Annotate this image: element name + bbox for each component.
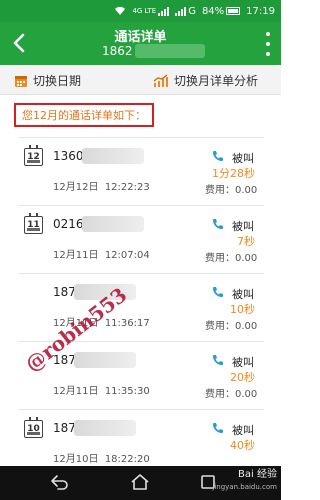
more-options-button[interactable] xyxy=(263,32,273,56)
call-time: 12:07:04 xyxy=(104,250,150,261)
signal-icon xyxy=(158,6,170,16)
caller-number: 187 xyxy=(53,421,76,435)
wifi-icon xyxy=(114,6,126,16)
battery-level: 84% xyxy=(201,5,225,17)
fee-label: 费用： xyxy=(205,321,235,332)
call-time: 11:35:30 xyxy=(104,386,150,397)
call-fee: 费用：0.00 xyxy=(205,385,257,400)
system-nav-bar: Bai 经验 jingyan.baidu.com xyxy=(0,466,281,500)
calendar-day-icon: 11 xyxy=(24,213,43,234)
call-duration: 7秒 xyxy=(237,235,255,248)
call-type: 被叫 xyxy=(232,356,254,369)
fee-value: 0.00 xyxy=(235,253,258,264)
call-time: 18:22:20 xyxy=(104,454,150,465)
caller-number: 1360 xyxy=(53,149,84,163)
network-indicator-2: G xyxy=(175,6,196,17)
fee-value: 0.00 xyxy=(235,321,258,332)
network-label: 4G LTE xyxy=(132,7,157,15)
trend-chart-icon xyxy=(153,73,168,87)
call-record[interactable]: 10 187 12月10日 18:22:20 被叫 40秒 xyxy=(0,410,281,466)
call-fee: 费用：0.00 xyxy=(205,181,257,196)
redacted-area xyxy=(135,44,205,58)
phone-icon xyxy=(213,287,223,297)
fee-label: 费用： xyxy=(205,389,235,400)
battery-icon xyxy=(226,7,241,15)
calendar-day-icon: 12 xyxy=(24,145,43,166)
call-date: 12月10日 xyxy=(53,454,99,465)
dot-icon xyxy=(266,32,270,36)
phone-icon xyxy=(213,355,223,365)
signal-icon-2 xyxy=(175,6,187,16)
page-title: 通话详单 xyxy=(114,30,167,45)
call-datetime: 12月11日 12:07:04 xyxy=(53,246,150,261)
call-time: 12:22:23 xyxy=(104,182,150,193)
app-bar: 通话详单 1862 xyxy=(0,22,281,65)
call-record[interactable]: 187 12月11日 11:36:17 被叫 10秒 费用：0.00 xyxy=(0,274,281,342)
call-date: 12月11日 xyxy=(53,250,99,261)
caller-number: 0216 xyxy=(53,217,84,231)
caller-number: 187 xyxy=(53,285,76,299)
calendar-icon xyxy=(15,75,27,87)
switch-date-button[interactable]: 切换日期 xyxy=(14,72,81,89)
call-type: 被叫 xyxy=(232,220,254,233)
call-duration: 20秒 xyxy=(230,371,255,384)
nav-back-button[interactable] xyxy=(50,474,68,494)
notice-text: 您12月的通话详单如下： xyxy=(22,109,146,122)
call-time: 11:36:17 xyxy=(104,318,150,329)
status-bar: 4G LTE G 84% 17:19 xyxy=(0,0,281,22)
call-datetime: 12月10日 18:22:20 xyxy=(53,450,150,465)
action-toolbar: 切换日期 切换月详单分析 xyxy=(0,65,281,95)
calendar-day-icon: 10 xyxy=(24,417,43,438)
phone-icon xyxy=(213,151,223,161)
call-fee: 费用：0.00 xyxy=(205,317,257,332)
call-date: 12月11日 xyxy=(53,386,99,397)
battery-indicator: 84% xyxy=(201,5,241,17)
call-duration: 10秒 xyxy=(230,303,255,316)
brand-name: Bai 经验 xyxy=(238,469,277,480)
nav-home-button[interactable] xyxy=(130,474,150,494)
redacted-number xyxy=(74,420,136,436)
call-record[interactable]: 12 1360 12月12日 12:22:23 被叫 1分28秒 费用：0.00 xyxy=(0,138,281,206)
baidu-jingyan-logo: Bai 经验 jingyan.baidu.com xyxy=(212,468,277,494)
fee-value: 0.00 xyxy=(235,185,258,196)
network-indicator: 4G LTE xyxy=(132,6,170,16)
call-type: 被叫 xyxy=(232,424,254,437)
phone-icon xyxy=(213,423,223,433)
call-record[interactable]: 11 0216 12月11日 12:07:04 被叫 7秒 费用：0.00 xyxy=(0,206,281,274)
notice-banner: 您12月的通话详单如下： xyxy=(14,103,154,127)
switch-date-label: 切换日期 xyxy=(33,74,82,88)
dot-icon xyxy=(266,42,270,46)
call-date: 12月12日 xyxy=(53,182,99,193)
home-icon xyxy=(131,474,149,490)
fee-label: 费用： xyxy=(205,253,235,264)
call-fee: 费用：0.00 xyxy=(205,249,257,264)
call-duration: 1分28秒 xyxy=(212,167,255,180)
call-datetime: 12月11日 11:35:30 xyxy=(53,382,150,397)
phone-icon xyxy=(213,219,223,229)
phone-number-subtitle: 1862 xyxy=(102,44,133,58)
redacted-number xyxy=(82,148,144,164)
call-duration: 40秒 xyxy=(230,439,255,452)
call-type: 被叫 xyxy=(232,288,254,301)
redacted-number xyxy=(82,216,144,232)
dot-icon xyxy=(266,52,270,56)
fee-label: 费用： xyxy=(205,185,235,196)
back-arrow-icon xyxy=(51,475,68,490)
call-datetime: 12月12日 12:22:23 xyxy=(53,178,150,193)
brand-url: jingyan.baidu.com xyxy=(212,483,277,491)
clock: 17:19 xyxy=(246,5,275,17)
call-type: 被叫 xyxy=(232,152,254,165)
switch-month-analysis-button[interactable]: 切换月详单分析 xyxy=(153,72,258,89)
switch-month-analysis-label: 切换月详单分析 xyxy=(174,74,259,88)
redacted-number xyxy=(74,352,136,368)
network-label-2: G xyxy=(188,5,196,17)
fee-value: 0.00 xyxy=(235,389,258,400)
